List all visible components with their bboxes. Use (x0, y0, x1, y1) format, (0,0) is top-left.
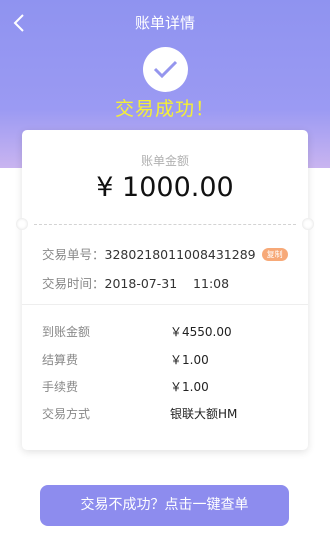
dashed-separator (34, 224, 296, 225)
amount-value: ¥ 1000.00 (96, 172, 234, 203)
detail-value: ￥4550.00 (170, 325, 232, 339)
copy-button[interactable]: 复制 (261, 248, 288, 261)
transaction-time-row: 交易时间：2018-07-31 11:08 (42, 273, 229, 292)
detail-label: 结算费 (42, 353, 79, 367)
transaction-time-value: 2018-07-31 11:08 (104, 276, 230, 291)
transaction-time-label: 交易时间： (42, 276, 105, 291)
section-divider (22, 304, 308, 305)
order-number-row: 交易单号：3280218011008431289 复制 (42, 244, 288, 263)
amount-label: 账单金额 (140, 154, 189, 168)
nav-bar: 账单详情 (0, 0, 330, 44)
page-title: 账单详情 (134, 14, 195, 32)
checkmark-icon (153, 60, 178, 79)
detail-value: ￥1.00 (170, 353, 209, 367)
card-notch-left (16, 218, 28, 230)
order-number-value: 3280218011008431289 (104, 247, 256, 262)
detail-label: 到账金额 (42, 325, 91, 339)
detail-value: 银联大额HM (170, 407, 238, 421)
detail-label: 手续费 (42, 380, 79, 394)
order-number-label: 交易单号： (42, 247, 105, 262)
card-notch-right (302, 218, 314, 230)
detail-value: ￥1.00 (170, 380, 209, 394)
receipt-card: 账单金额 ¥ 1000.00 交易单号：3280218011008431289 复… (16, 130, 314, 450)
detail-label: 交易方式 (42, 407, 91, 421)
success-message: 交易成功！ (114, 98, 215, 120)
success-check-badge (143, 47, 188, 92)
check-order-button[interactable]: 交易不成功？点击一键查单 (40, 485, 289, 526)
